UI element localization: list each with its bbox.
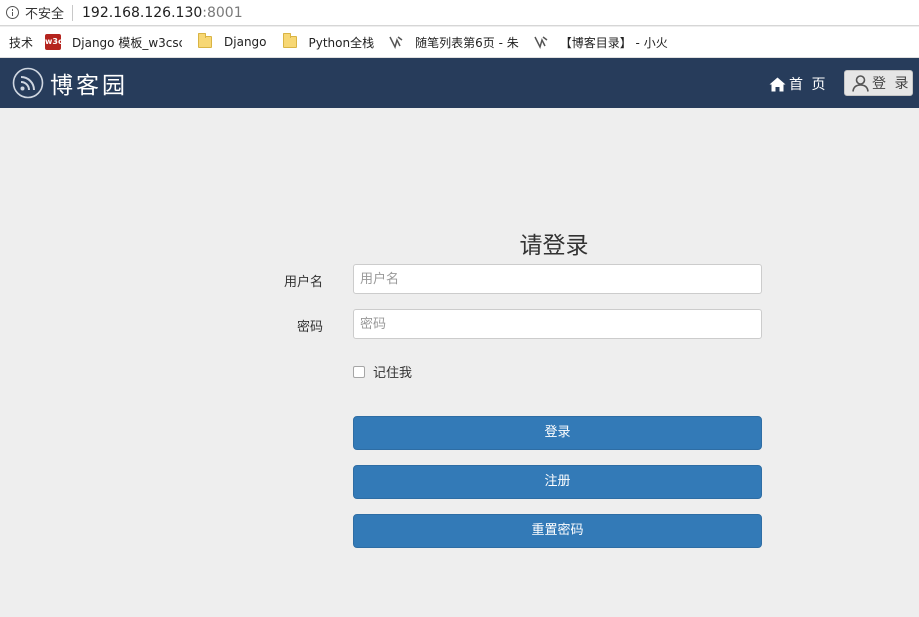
bookmark-django-templates[interactable]: w3c Django 模板_w3csc bbox=[45, 27, 182, 57]
bookmark-label: 技术 bbox=[9, 35, 34, 50]
remember-label: 记住我 bbox=[373, 366, 413, 381]
bookmark-essay-list[interactable]: 随笔列表第6页 - 朱 bbox=[388, 27, 519, 57]
bookmark-label: Django bbox=[224, 35, 267, 49]
bookmark-blog-index[interactable]: 【博客目录】 - 小火 bbox=[533, 27, 668, 57]
bookmark-label: 随笔列表第6页 - 朱 bbox=[415, 35, 519, 50]
user-icon bbox=[852, 74, 869, 92]
url-port: :8001 bbox=[202, 4, 243, 21]
username-label: 用户名 bbox=[283, 275, 323, 290]
security-label[interactable]: 不安全 bbox=[25, 3, 64, 22]
url-text[interactable]: 192.168.126.130:8001 bbox=[82, 5, 243, 21]
cnblogs-icon bbox=[534, 36, 548, 50]
password-label: 密码 bbox=[296, 320, 323, 335]
login-title: 请登录 bbox=[519, 233, 589, 259]
register-button[interactable]: 注册 bbox=[353, 465, 762, 499]
bookmark-label: 【博客目录】 - 小火 bbox=[559, 35, 668, 50]
remember-me[interactable]: 记住我 bbox=[353, 362, 412, 381]
address-separator bbox=[72, 4, 74, 21]
site-navbar: 博客园 首 页 登 录 bbox=[0, 58, 919, 108]
home-link[interactable]: 首 页 bbox=[769, 74, 827, 94]
info-icon[interactable] bbox=[6, 6, 19, 19]
home-link-label: 首 页 bbox=[789, 77, 828, 93]
logo-feed-icon bbox=[12, 67, 44, 99]
login-button[interactable]: 登录 bbox=[353, 416, 762, 450]
password-input[interactable] bbox=[353, 309, 762, 339]
address-bar[interactable]: 不安全 192.168.126.130:8001 bbox=[0, 0, 919, 26]
reset-password-button[interactable]: 重置密码 bbox=[353, 514, 762, 548]
brand-name: 博客园 bbox=[50, 73, 128, 99]
folder-icon bbox=[282, 33, 297, 48]
bookmarks-bar: 技术 w3c Django 模板_w3csc Django Python全栈 随… bbox=[0, 27, 919, 58]
bookmark-label: Python全栈 bbox=[308, 35, 375, 50]
folder-icon bbox=[198, 33, 213, 48]
nav-login-button[interactable]: 登 录 bbox=[844, 70, 913, 96]
nav-login-label: 登 录 bbox=[872, 76, 911, 92]
url-host: 192.168.126.130 bbox=[82, 4, 203, 21]
bookmark-django-folder[interactable]: Django bbox=[198, 27, 267, 57]
bookmark-tech[interactable]: 技术 bbox=[9, 27, 33, 57]
w3c-icon: w3c bbox=[45, 34, 63, 50]
home-icon bbox=[769, 77, 786, 91]
bookmark-label: Django 模板_w3csc bbox=[72, 35, 183, 50]
username-input[interactable] bbox=[353, 264, 762, 294]
remember-checkbox[interactable] bbox=[353, 365, 365, 378]
cnblogs-icon bbox=[389, 36, 403, 50]
bookmark-python-folder[interactable]: Python全栈 bbox=[282, 27, 375, 57]
site-logo[interactable]: 博客园 bbox=[12, 66, 128, 100]
